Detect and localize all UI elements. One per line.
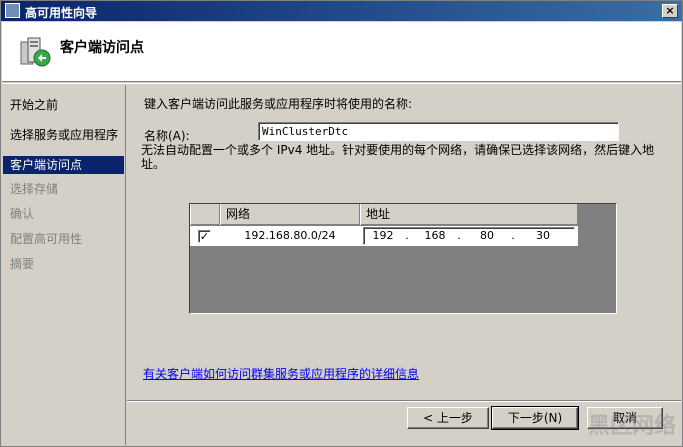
sidebar-item-configure-ha: 配置高可用性 <box>10 232 83 246</box>
ip-octet-4[interactable]: 30 <box>528 229 558 242</box>
grid-header-check[interactable] <box>190 204 220 225</box>
sidebar-item-confirmation: 确认 <box>10 207 35 221</box>
header-divider <box>2 83 681 84</box>
sidebar-item-summary: 摘要 <box>10 257 35 271</box>
wizard-content: 键入客户端访问此服务或应用程序时将使用的名称: 名称(A): WinCluste… <box>127 85 681 401</box>
app-icon <box>5 3 20 18</box>
title-bar[interactable]: 高可用性向导 × <box>1 1 682 21</box>
ip-dot: . <box>405 229 409 242</box>
footer-divider <box>127 400 681 402</box>
sidebar-item-select-storage: 选择存储 <box>10 182 59 196</box>
next-button[interactable]: 下一步(N) <box>491 406 579 430</box>
ip-octet-1[interactable]: 192 <box>368 229 398 242</box>
ip-address-input[interactable]: 192 . 168 . 80 . 30 <box>363 227 575 245</box>
grid-header-address[interactable]: 地址 <box>360 204 578 225</box>
network-grid: 网络 地址 ✓ 192.168.80.0/24 192 . 168 . 80 .… <box>189 203 617 314</box>
table-row[interactable]: ✓ 192.168.80.0/24 192 . 168 . 80 . 30 <box>190 226 578 246</box>
ip-dot: . <box>457 229 461 242</box>
wizard-sidebar: 开始之前 选择服务或应用程序 客户端访问点 选择存储 确认 配置高可用性 摘要 <box>3 85 126 445</box>
watermark-logo: 黑区网络 <box>587 414 676 439</box>
grid-header: 网络 地址 <box>190 204 578 225</box>
intro-text: 键入客户端访问此服务或应用程序时将使用的名称: <box>144 97 413 111</box>
sidebar-item-before-you-begin[interactable]: 开始之前 <box>3 96 124 114</box>
page-title: 客户端访问点 <box>60 40 144 56</box>
window-title: 高可用性向导 <box>25 6 98 20</box>
name-input[interactable]: WinClusterDtc <box>258 122 619 141</box>
close-button[interactable]: × <box>662 4 678 18</box>
ipv4-note: 无法自动配置一个或多个 IPv4 地址。针对要使用的每个网络，请确保已选择该网络… <box>141 143 655 171</box>
help-link[interactable]: 有关客户端如何访问群集服务或应用程序的详细信息 <box>143 365 419 382</box>
sidebar-item-client-access-point[interactable]: 客户端访问点 <box>3 156 124 174</box>
wizard-header: 客户端访问点 <box>2 22 681 82</box>
grid-header-network[interactable]: 网络 <box>220 204 360 225</box>
wizard-window: 高可用性向导 × 客户端访问点 开始之前 选择服务或应用程序 客户端访问点 选择… <box>0 0 683 447</box>
ip-octet-3[interactable]: 80 <box>472 229 502 242</box>
name-label: 名称(A): <box>144 129 190 143</box>
ip-dot: . <box>511 229 515 242</box>
ip-octet-2[interactable]: 168 <box>420 229 450 242</box>
network-cell: 192.168.80.0/24 <box>244 229 336 242</box>
back-button[interactable]: < 上一步 <box>407 407 489 429</box>
network-checkbox[interactable]: ✓ <box>198 230 211 243</box>
sidebar-item-select-service[interactable]: 选择服务或应用程序 <box>3 126 124 144</box>
cluster-server-icon <box>20 37 51 67</box>
